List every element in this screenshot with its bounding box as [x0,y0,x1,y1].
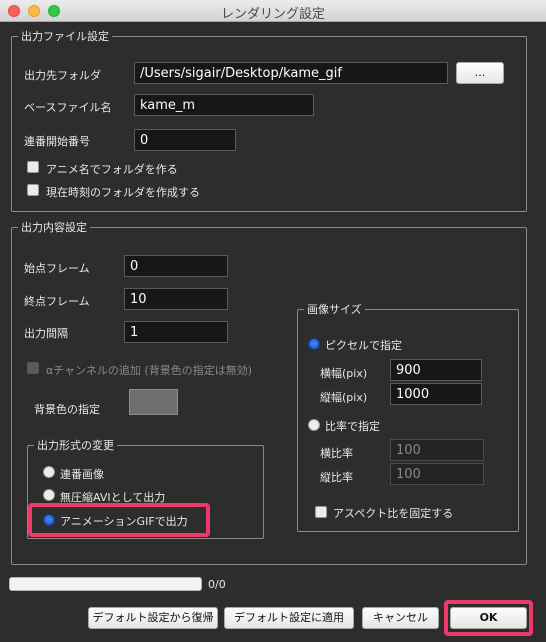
bg-color-label: 背景色の指定 [34,403,100,416]
window-title: レンダリング設定 [220,7,325,22]
time-folder-checkbox[interactable] [27,184,39,196]
alpha-channel-checkbox[interactable] [27,362,39,374]
output-content-legend: 出力内容設定 [18,219,90,235]
width-label: 横幅(pix) [320,367,368,380]
interval-field[interactable]: 1 [124,321,228,343]
end-frame-field[interactable]: 10 [124,288,228,310]
start-number-field[interactable]: 0 [134,129,236,151]
start-frame-label: 始点フレーム [24,262,90,275]
render-progress-bar [9,577,202,591]
ok-button-highlight [444,600,533,636]
title-bar: レンダリング設定 [0,0,546,22]
size-pixel-label: ピクセルで指定 [325,339,402,352]
restore-defaults-button[interactable]: デフォルト設定から復帰 [88,607,218,629]
output-format-legend: 出力形式の変更 [34,437,117,453]
format-avi-radio[interactable] [43,489,55,501]
alpha-channel-label: αチャンネルの追加 (背景色の指定は無効) [46,364,252,377]
format-sequence-radio[interactable] [43,466,55,478]
anime-folder-checkbox[interactable] [27,161,39,173]
end-frame-label: 終点フレーム [24,295,90,308]
hratio-label: 横比率 [320,447,353,460]
basename-label: ベースファイル名 [24,101,112,114]
anime-folder-label: アニメ名でフォルダを作る [46,163,178,176]
width-field[interactable]: 900 [390,359,482,381]
progress-text: 0/0 [208,578,226,591]
vratio-label: 縦比率 [320,471,353,484]
vratio-field[interactable]: 100 [390,463,484,485]
cancel-button[interactable]: キャンセル [362,607,439,629]
browse-folder-button[interactable]: ... [456,62,504,84]
interval-label: 出力間隔 [24,327,68,340]
gif-option-highlight [28,503,210,537]
basename-field[interactable]: kame_m [134,94,314,116]
folder-label: 出力先フォルダ [24,69,101,82]
apply-defaults-button[interactable]: デフォルト設定に適用 [224,607,354,629]
format-sequence-label: 連番画像 [60,468,104,481]
bg-color-swatch[interactable] [129,389,178,415]
start-frame-field[interactable]: 0 [124,255,228,277]
hratio-field[interactable]: 100 [390,439,484,461]
size-ratio-radio[interactable] [308,419,320,431]
aspect-lock-checkbox[interactable] [315,506,327,518]
size-pixel-radio[interactable] [308,338,320,350]
height-field[interactable]: 1000 [390,383,482,405]
start-number-label: 連番開始番号 [24,135,90,148]
aspect-lock-label: アスペクト比を固定する [333,507,454,520]
time-folder-label: 現在時刻のフォルダを作成する [46,186,200,199]
image-size-legend: 画像サイズ [304,301,365,317]
height-label: 縦幅(pix) [320,391,368,404]
size-ratio-label: 比率で指定 [325,420,380,433]
output-folder-field[interactable]: /Users/sigair/Desktop/kame_gif [134,62,448,84]
output-file-legend: 出力ファイル設定 [18,28,112,44]
